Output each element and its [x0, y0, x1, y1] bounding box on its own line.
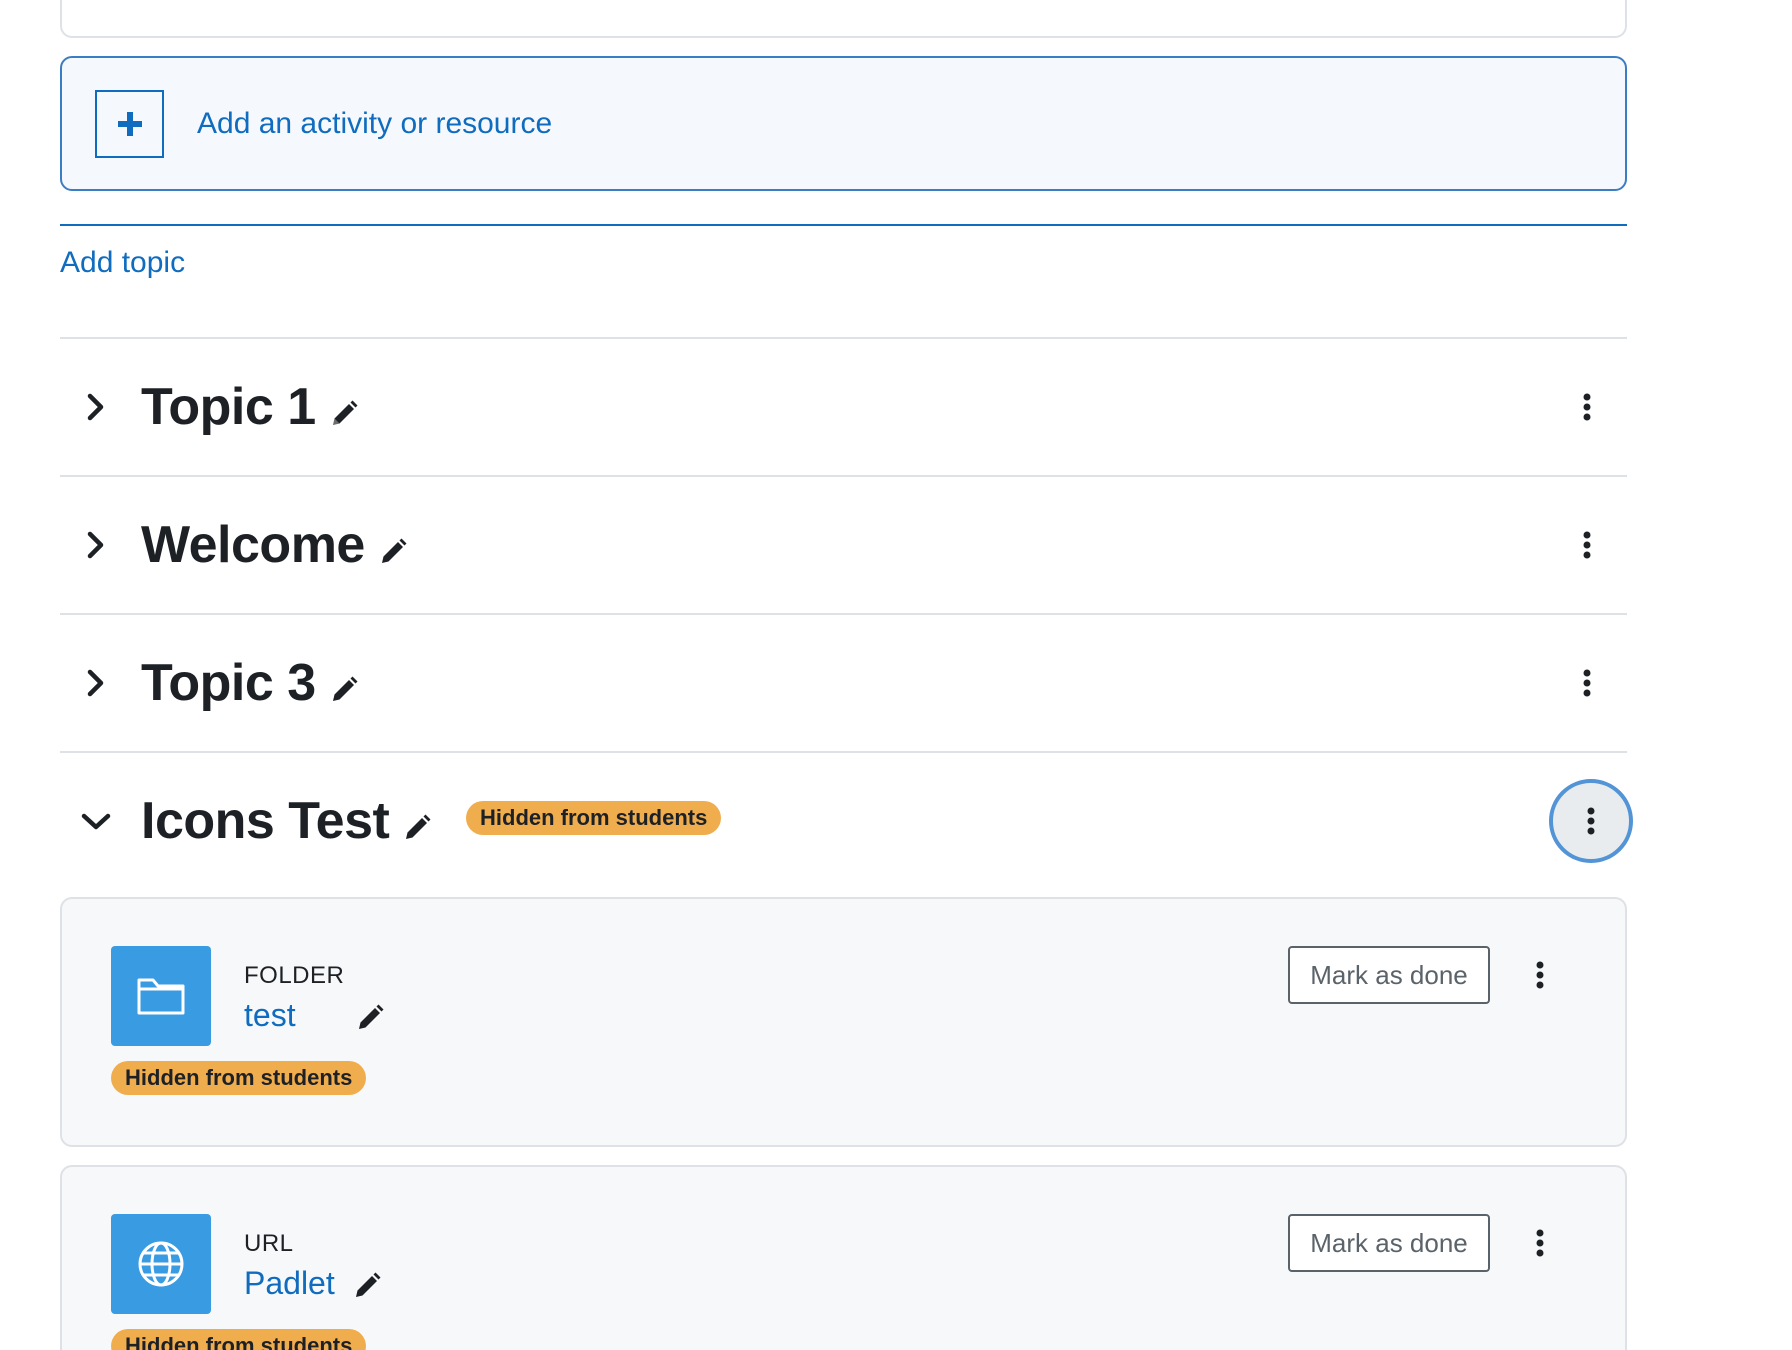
add-activity-label: Add an activity or resource: [197, 106, 553, 140]
pencil-icon[interactable]: [356, 1004, 384, 1032]
add-topic-link[interactable]: Add topic: [60, 246, 185, 280]
section-title[interactable]: Welcome: [141, 515, 407, 575]
section-menu-icon[interactable]: [1549, 779, 1633, 863]
previous-section-card: [60, 0, 1627, 38]
section-menu-icon[interactable]: [1577, 663, 1597, 703]
globe-icon: [111, 1214, 211, 1314]
activity-type: FOLDER: [244, 962, 345, 989]
pencil-icon[interactable]: [330, 676, 358, 704]
add-activity-button[interactable]: Add an activity or resource: [60, 56, 1627, 191]
chevron-right-icon[interactable]: [81, 392, 111, 422]
activity-menu-icon[interactable]: [1530, 955, 1550, 995]
chevron-right-icon[interactable]: [81, 668, 111, 698]
plus-icon: [95, 89, 164, 158]
activity-link[interactable]: test: [244, 997, 384, 1034]
section-title[interactable]: Topic 1: [141, 377, 358, 437]
section-title[interactable]: Icons Test: [141, 791, 431, 851]
section-menu-icon[interactable]: [1577, 387, 1597, 427]
pencil-icon[interactable]: [330, 400, 358, 428]
pencil-icon[interactable]: [403, 814, 431, 842]
section-title-text: Icons Test: [141, 792, 390, 850]
course-page: Add an activity or resource Add topic To…: [0, 0, 1792, 1350]
activity-type: URL: [244, 1230, 294, 1257]
section-title[interactable]: Topic 3: [141, 653, 358, 713]
pencil-icon[interactable]: [353, 1272, 381, 1300]
folder-icon: [111, 946, 211, 1046]
chevron-down-icon[interactable]: [81, 806, 111, 836]
activity-link[interactable]: Padlet: [244, 1265, 381, 1302]
section-title-text: Welcome: [141, 516, 365, 574]
hidden-badge: Hidden from students: [111, 1329, 367, 1350]
chevron-right-icon[interactable]: [81, 530, 111, 560]
activity-name: Padlet: [244, 1265, 335, 1301]
activity-url: URL Padlet Hidden from students Mark as …: [60, 1165, 1627, 1350]
section-topic-3: Topic 3: [60, 613, 1627, 751]
section-welcome: Welcome: [60, 475, 1627, 613]
hidden-badge: Hidden from students: [111, 1061, 367, 1095]
add-topic-divider: [60, 224, 1627, 226]
hidden-badge: Hidden from students: [466, 801, 722, 835]
section-icons-test: Icons Test Hidden from students: [60, 751, 1633, 889]
mark-as-done-button[interactable]: Mark as done: [1288, 1214, 1490, 1272]
section-menu-icon[interactable]: [1577, 525, 1597, 565]
section-title-text: Topic 3: [141, 654, 316, 712]
section-title-text: Topic 1: [141, 378, 316, 436]
section-topic-1: Topic 1: [60, 337, 1627, 475]
activity-menu-icon[interactable]: [1530, 1223, 1550, 1263]
activity-name: test: [244, 997, 296, 1033]
pencil-icon[interactable]: [379, 538, 407, 566]
mark-as-done-button[interactable]: Mark as done: [1288, 946, 1490, 1004]
activity-folder: FOLDER test Hidden from students Mark as…: [60, 897, 1627, 1147]
